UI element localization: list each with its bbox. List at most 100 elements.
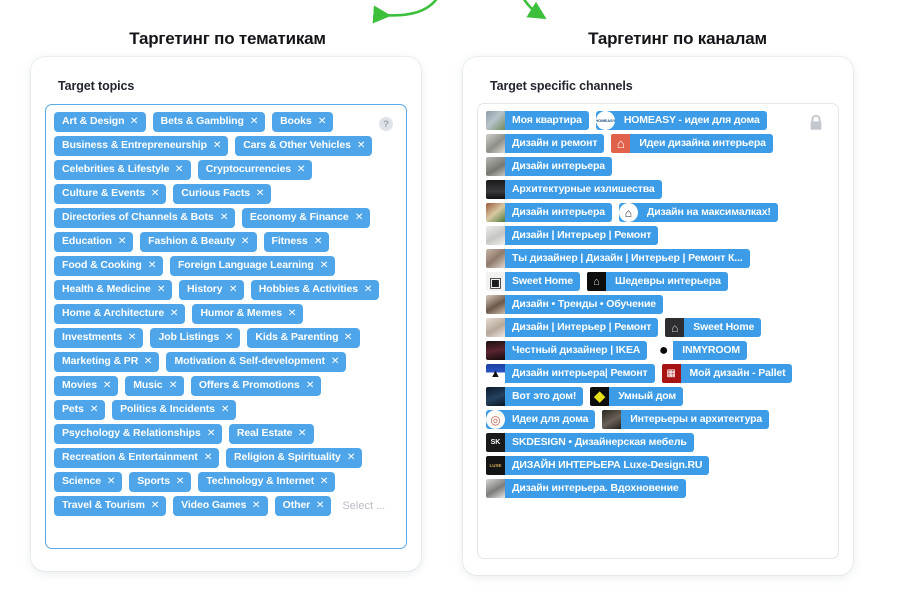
topic-tag[interactable]: Humor & Memes ✕: [192, 304, 304, 324]
remove-tag-icon[interactable]: ✕: [151, 188, 160, 199]
remove-tag-icon[interactable]: ✕: [317, 116, 326, 127]
topic-tag[interactable]: Pets ✕: [54, 400, 106, 420]
remove-tag-icon[interactable]: ✕: [103, 380, 112, 391]
remove-tag-icon[interactable]: ✕: [331, 356, 340, 367]
channel-chip[interactable]: Интерьеры и архитектура: [602, 410, 770, 429]
topic-tag[interactable]: Fitness ✕: [263, 232, 329, 252]
channel-chip[interactable]: ◎ Идеи для дома: [486, 410, 596, 429]
topic-tag[interactable]: Kids & Parenting ✕: [247, 328, 360, 348]
remove-tag-icon[interactable]: ✕: [241, 236, 250, 247]
remove-tag-icon[interactable]: ✕: [357, 140, 366, 151]
remove-tag-icon[interactable]: ✕: [175, 164, 184, 175]
channels-multiselect[interactable]: Моя квартира HOMEASY HOMEASY - идеи для до…: [477, 103, 839, 559]
channel-chip[interactable]: Дизайн интерьера: [486, 157, 612, 176]
remove-tag-icon[interactable]: ✕: [354, 212, 363, 223]
topic-tag[interactable]: Movies ✕: [54, 376, 119, 396]
remove-tag-icon[interactable]: ✕: [118, 236, 127, 247]
topic-tag[interactable]: Food & Cooking ✕: [54, 256, 163, 276]
topic-tag[interactable]: Marketing & PR ✕: [54, 352, 160, 372]
topic-tag[interactable]: Fashion & Beauty ✕: [140, 232, 257, 252]
topic-tag[interactable]: Psychology & Relationships ✕: [54, 424, 222, 444]
remove-tag-icon[interactable]: ✕: [228, 284, 237, 295]
topic-tag[interactable]: Curious Facts ✕: [173, 184, 272, 204]
remove-tag-icon[interactable]: ✕: [170, 308, 179, 319]
remove-tag-icon[interactable]: ✕: [147, 260, 156, 271]
channel-chip[interactable]: Дизайн интерьера: [486, 203, 612, 222]
topic-tag[interactable]: Home & Architecture ✕: [54, 304, 186, 324]
channel-chip[interactable]: ◆ Умный дом: [590, 387, 684, 406]
channel-chip[interactable]: ▦ Мой дизайн - Pallet: [661, 364, 793, 383]
channel-chip[interactable]: ⌂ Шедевры интерьера: [586, 272, 728, 291]
topic-tag[interactable]: Sports ✕: [129, 472, 192, 492]
remove-tag-icon[interactable]: ✕: [252, 500, 261, 511]
topic-tag[interactable]: Politics & Incidents ✕: [112, 400, 237, 420]
topics-select-placeholder[interactable]: Select ...: [338, 500, 385, 512]
channel-chip[interactable]: SK SKDESIGN • Дизайнерская мебель: [486, 433, 694, 452]
topic-tag[interactable]: Music ✕: [125, 376, 184, 396]
remove-tag-icon[interactable]: ✕: [157, 284, 166, 295]
topic-tag[interactable]: Art & Design ✕: [54, 112, 146, 132]
remove-tag-icon[interactable]: ✕: [128, 332, 137, 343]
remove-tag-icon[interactable]: ✕: [203, 452, 212, 463]
channel-chip[interactable]: ⌂ Идеи дизайна интерьера: [611, 134, 773, 153]
channel-chip[interactable]: ⌂ Sweet Home: [665, 318, 762, 337]
topic-tag[interactable]: Business & Entrepreneurship ✕: [54, 136, 229, 156]
topics-multiselect[interactable]: ? Art & Design ✕ Bets & Gambling ✕ Books ✕ Bus…: [45, 104, 407, 549]
topic-tag[interactable]: Education ✕: [54, 232, 134, 252]
topic-tag[interactable]: Technology & Internet ✕: [198, 472, 336, 492]
remove-tag-icon[interactable]: ✕: [151, 500, 160, 511]
topic-tag[interactable]: Offers & Promotions ✕: [190, 376, 321, 396]
remove-tag-icon[interactable]: ✕: [364, 284, 373, 295]
topic-tag[interactable]: Other ✕: [274, 496, 332, 516]
remove-tag-icon[interactable]: ✕: [144, 356, 153, 367]
topic-tag[interactable]: Health & Medicine ✕: [54, 280, 173, 300]
remove-tag-icon[interactable]: ✕: [90, 404, 99, 415]
topic-tag[interactable]: Directories of Channels & Bots ✕: [54, 208, 235, 228]
topic-tag[interactable]: Recreation & Entertainment ✕: [54, 448, 219, 468]
topic-tag[interactable]: Motivation & Self-development ✕: [166, 352, 347, 372]
topic-tag[interactable]: Video Games ✕: [173, 496, 268, 516]
remove-tag-icon[interactable]: ✕: [176, 476, 185, 487]
topic-tag[interactable]: Hobbies & Activities ✕: [250, 280, 380, 300]
topic-tag[interactable]: Bets & Gambling ✕: [152, 112, 266, 132]
channel-chip[interactable]: Ты дизайнер | Дизайн | Интерьер | Ремонт…: [486, 249, 750, 268]
remove-tag-icon[interactable]: ✕: [206, 428, 215, 439]
question-mark-circle-icon[interactable]: ?: [379, 117, 393, 131]
remove-tag-icon[interactable]: ✕: [219, 212, 228, 223]
channel-chip[interactable]: Вот это дом!: [486, 387, 584, 406]
channel-chip[interactable]: Дизайн интерьера. Вдохновение: [486, 479, 686, 498]
channel-chip[interactable]: Моя квартира: [486, 111, 589, 130]
topic-tag[interactable]: Science ✕: [54, 472, 123, 492]
channel-chip[interactable]: Дизайн | Интерьер | Ремонт: [486, 226, 659, 245]
topic-tag[interactable]: Investments ✕: [54, 328, 144, 348]
topic-tag[interactable]: Celebrities & Lifestyle ✕: [54, 160, 191, 180]
remove-tag-icon[interactable]: ✕: [107, 476, 116, 487]
remove-tag-icon[interactable]: ✕: [225, 332, 234, 343]
topic-tag[interactable]: Foreign Language Learning ✕: [169, 256, 335, 276]
channel-chip[interactable]: ● INMYROOM: [654, 341, 747, 360]
remove-tag-icon[interactable]: ✕: [320, 260, 329, 271]
channel-chip[interactable]: Честный дизайнер | IKEA: [486, 341, 648, 360]
channel-chip[interactable]: Дизайн и ремонт: [486, 134, 605, 153]
remove-tag-icon[interactable]: ✕: [213, 140, 222, 151]
topic-tag[interactable]: Cars & Other Vehicles ✕: [235, 136, 373, 156]
channel-chip[interactable]: ⌂ Дизайн на максималках!: [618, 203, 778, 222]
topic-tag[interactable]: Cryptocurrencies ✕: [197, 160, 313, 180]
remove-tag-icon[interactable]: ✕: [298, 428, 307, 439]
remove-tag-icon[interactable]: ✕: [130, 116, 139, 127]
padlock-icon[interactable]: [808, 114, 824, 132]
channel-chip[interactable]: HOMEASY HOMEASY - идеи для дома: [595, 111, 767, 130]
remove-tag-icon[interactable]: ✕: [288, 308, 297, 319]
remove-tag-icon[interactable]: ✕: [316, 500, 325, 511]
channel-chip[interactable]: Дизайн • Тренды • Обучение: [486, 295, 663, 314]
topic-tag[interactable]: History ✕: [179, 280, 244, 300]
remove-tag-icon[interactable]: ✕: [305, 380, 314, 391]
remove-tag-icon[interactable]: ✕: [320, 476, 329, 487]
topic-tag[interactable]: Religion & Spirituality ✕: [225, 448, 363, 468]
topic-tag[interactable]: Real Estate ✕: [228, 424, 314, 444]
remove-tag-icon[interactable]: ✕: [256, 188, 265, 199]
channel-chip[interactable]: LUXE ДИЗАЙН ИНТЕРЬЕРА Luxe-Design.RU: [486, 456, 710, 475]
topic-tag[interactable]: Job Listings ✕: [150, 328, 241, 348]
topic-tag[interactable]: Travel & Tourism ✕: [54, 496, 167, 516]
remove-tag-icon[interactable]: ✕: [297, 164, 306, 175]
